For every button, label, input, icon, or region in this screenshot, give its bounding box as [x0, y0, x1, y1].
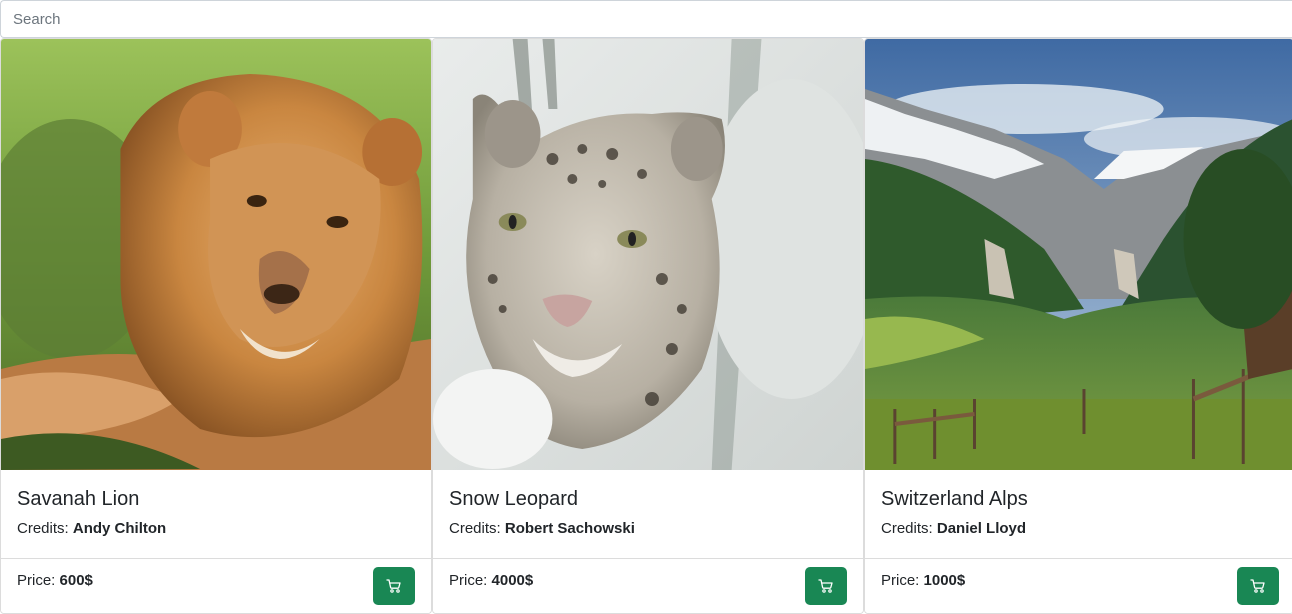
- cart-icon: [818, 579, 833, 593]
- credits-label: Credits:: [881, 520, 933, 537]
- product-card: Switzerland Alps Credits: Daniel Lloyd P…: [864, 38, 1292, 614]
- price-label: Price:: [881, 572, 920, 589]
- add-to-cart-button[interactable]: [805, 567, 847, 605]
- card-footer: Price: 600$: [1, 558, 431, 613]
- lion-image: [1, 39, 431, 470]
- credits-label: Credits:: [17, 520, 69, 537]
- snow-leopard-image: [433, 39, 863, 470]
- cart-icon: [386, 579, 401, 593]
- credits-label: Credits:: [449, 520, 501, 537]
- product-price: Price: 4000$: [449, 571, 533, 591]
- product-credits: Credits: Daniel Lloyd: [881, 519, 1277, 539]
- product-title: Savanah Lion: [17, 488, 140, 510]
- product-grid: Savanah Lion Credits: Andy Chilton Price…: [0, 38, 1292, 614]
- add-to-cart-button[interactable]: [373, 567, 415, 605]
- product-credits: Credits: Robert Sachowski: [449, 519, 847, 539]
- search-input[interactable]: [0, 0, 1292, 38]
- credits-author: Daniel Lloyd: [936, 520, 1027, 537]
- card-footer: Price: 4000$: [433, 558, 863, 613]
- product-title: Snow Leopard: [449, 488, 578, 510]
- price-label: Price:: [17, 572, 56, 589]
- price-value: 600$: [59, 572, 93, 589]
- card-footer: Price: 1000$: [865, 558, 1292, 613]
- price-value: 1000$: [923, 572, 966, 589]
- credits-author: Andy Chilton: [72, 520, 167, 537]
- product-price: Price: 1000$: [881, 571, 965, 591]
- product-price: Price: 600$: [17, 571, 93, 591]
- product-card: Snow Leopard Credits: Robert Sachowski P…: [432, 38, 864, 614]
- add-to-cart-button[interactable]: [1237, 567, 1279, 605]
- price-label: Price:: [449, 572, 488, 589]
- product-credits: Credits: Andy Chilton: [17, 519, 415, 539]
- cart-icon: [1250, 579, 1265, 593]
- credits-author: Robert Sachowski: [504, 520, 635, 537]
- price-value: 4000$: [491, 572, 534, 589]
- alps-image: [865, 39, 1292, 470]
- product-card: Savanah Lion Credits: Andy Chilton Price…: [0, 38, 432, 614]
- product-title: Switzerland Alps: [881, 488, 1028, 510]
